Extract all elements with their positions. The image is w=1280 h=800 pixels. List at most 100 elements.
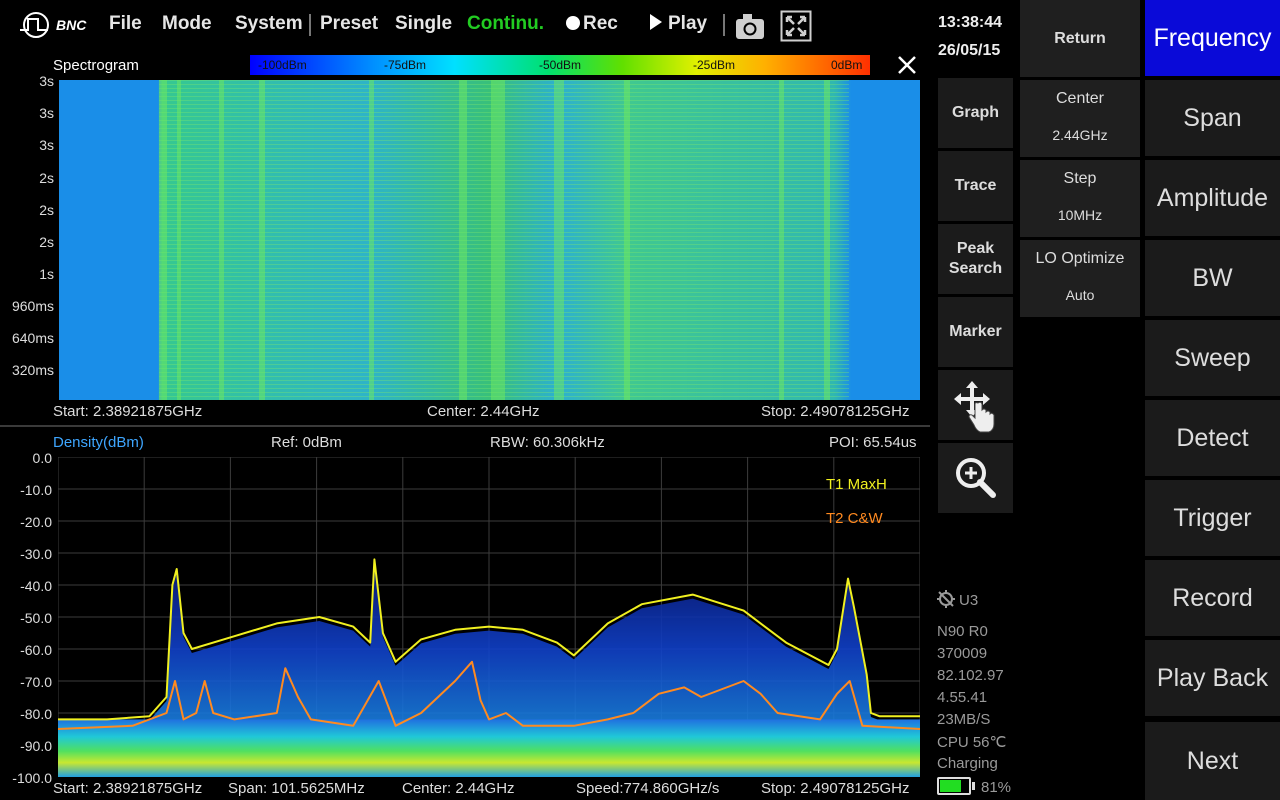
noise-floor: [58, 719, 920, 777]
y-tick-label: -10.0: [20, 482, 52, 498]
panel-divider: [0, 425, 930, 427]
return-button[interactable]: Return: [1020, 0, 1140, 77]
spectrogram-band: [259, 80, 265, 400]
center-param[interactable]: Center 2.44GHz: [1020, 80, 1140, 157]
menu-system[interactable]: System: [235, 13, 303, 35]
battery-status: 81%: [937, 777, 1011, 796]
y-tick-label: -40.0: [20, 578, 52, 594]
close-icon[interactable]: [896, 54, 918, 76]
peak-search-button[interactable]: Peak Search: [938, 224, 1013, 294]
rec-button[interactable]: Rec: [566, 13, 618, 35]
fullscreen-icon[interactable]: [780, 10, 812, 42]
softkey-bw[interactable]: BW: [1145, 240, 1280, 316]
time-tick: 3s: [39, 73, 54, 89]
y-tick-label: -50.0: [20, 610, 52, 626]
ref-level: Ref: 0dBm: [271, 434, 342, 451]
colorbar-label: -25dBm: [693, 58, 736, 72]
trace-button[interactable]: Trace: [938, 151, 1013, 221]
spectrogram-band: [159, 80, 167, 400]
sysinfo-line: 82.102.97: [937, 667, 1004, 684]
y-tick-label: -60.0: [20, 642, 52, 658]
softkey-detect[interactable]: Detect: [1145, 400, 1280, 476]
spectrogram-band: [491, 80, 505, 400]
unlocked-icon: [937, 590, 955, 608]
softkey-sweep[interactable]: Sweep: [1145, 320, 1280, 396]
spectrogram-waterfall[interactable]: [59, 80, 920, 400]
spectrogram-band: [824, 80, 830, 400]
lo-optimize-param[interactable]: LO Optimize Auto: [1020, 240, 1140, 317]
menu-mode[interactable]: Mode: [162, 13, 212, 35]
play-icon: [650, 14, 662, 30]
bnc-logo: BNC: [20, 12, 87, 38]
y-tick-label: -90.0: [20, 738, 52, 754]
chart-span: Span: 101.5625MHz: [228, 780, 365, 797]
move-touch-icon: [953, 381, 994, 433]
softkey-record[interactable]: Record: [1145, 560, 1280, 636]
param-label: Step: [1063, 170, 1097, 187]
time-tick: 3s: [39, 105, 54, 121]
spectrogram-stop: Stop: 2.49078125GHz: [761, 403, 910, 420]
camera-icon[interactable]: [734, 10, 766, 42]
param-label: LO Optimize: [1035, 250, 1125, 267]
play-label: Play: [668, 13, 708, 34]
softkey-frequency[interactable]: Frequency: [1145, 0, 1280, 76]
spectrogram-band: [219, 80, 224, 400]
colorbar-label: -100dBm: [258, 58, 307, 72]
lock-label: U3: [959, 592, 979, 609]
time-tick: 320ms: [11, 362, 54, 378]
top-menu-bar: BNC File Mode System Preset Single Conti…: [0, 0, 930, 52]
sysinfo-line: 4.55.41: [937, 689, 988, 706]
marker-button[interactable]: Marker: [938, 297, 1013, 367]
sysinfo-line: 370009: [937, 645, 988, 662]
softkey-trigger[interactable]: Trigger: [1145, 480, 1280, 556]
pan-button[interactable]: [938, 370, 1013, 440]
time-tick: 2s: [39, 170, 54, 186]
lock-status: U3: [937, 590, 978, 609]
time-tick: 1s: [39, 266, 54, 282]
param-value: Auto: [1065, 287, 1095, 303]
menu-separator: [723, 14, 725, 36]
clock-date: 26/05/15: [938, 42, 1001, 59]
spectrogram-band: [459, 80, 467, 400]
zoom-button[interactable]: [938, 443, 1013, 513]
step-param[interactable]: Step 10MHz: [1020, 160, 1140, 237]
logo-text: BNC: [56, 17, 87, 33]
cpu-temp: CPU 56℃: [937, 734, 1007, 751]
graph-button[interactable]: Graph: [938, 78, 1013, 148]
spectrogram-band: [369, 80, 374, 400]
sweep-speed: Speed:774.860GHz/s: [576, 780, 720, 797]
time-tick: 2s: [39, 202, 54, 218]
density-y-axis: 0.0 -10.0 -20.0 -30.0 -40.0 -50.0 -60.0 -70.0 -8…: [0, 450, 55, 790]
colorbar-label: 0dBm: [831, 58, 863, 72]
rbw-value: RBW: 60.306kHz: [490, 434, 605, 451]
poi-value: POI: 65.54us: [829, 434, 917, 451]
y-tick-label: -70.0: [20, 674, 52, 690]
spectrogram-band: [554, 80, 564, 400]
softkey-span[interactable]: Span: [1145, 80, 1280, 156]
record-icon: [566, 16, 580, 30]
legend-t1: T1 MaxH: [826, 476, 887, 493]
density-plot[interactable]: [58, 457, 920, 777]
menu-preset[interactable]: Preset: [320, 13, 378, 35]
spectrogram-start: Start: 2.38921875GHz: [53, 403, 203, 420]
battery-icon: [937, 777, 975, 795]
menu-file[interactable]: File: [109, 13, 142, 35]
menu-continuous[interactable]: Continu.: [467, 13, 544, 35]
softkey-next[interactable]: Next: [1145, 722, 1280, 800]
softkey-playback[interactable]: Play Back: [1145, 640, 1280, 716]
softkey-amplitude[interactable]: Amplitude: [1145, 160, 1280, 236]
menu-single[interactable]: Single: [395, 13, 452, 35]
color-scale-bar: -100dBm -75dBm -50dBm -25dBm 0dBm: [250, 55, 870, 75]
play-button[interactable]: Play: [650, 13, 707, 35]
clock-time: 13:38:44: [938, 14, 1003, 31]
spectrogram-center: Center: 2.44GHz: [427, 403, 540, 420]
time-tick: 960ms: [11, 298, 54, 314]
chart-start: Start: 2.38921875GHz: [53, 780, 203, 797]
param-value: 2.44GHz: [1052, 127, 1108, 143]
battery-fill: [940, 780, 962, 792]
battery-percent: 81%: [981, 779, 1012, 796]
zoom-in-icon: [955, 458, 996, 498]
sysinfo-line: 23MB/S: [937, 711, 991, 728]
time-tick: 3s: [39, 137, 54, 153]
spectrogram-title: Spectrogram: [53, 57, 139, 74]
